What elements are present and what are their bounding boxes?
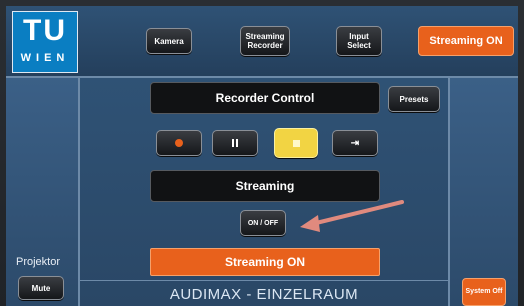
presets-button[interactable]: Presets xyxy=(388,86,440,112)
streaming-on-status-button[interactable]: Streaming ON xyxy=(418,26,514,56)
logo-tu-text: TU xyxy=(23,14,67,47)
input-select-button[interactable]: Input Select xyxy=(336,26,382,56)
system-off-button[interactable]: System Off xyxy=(462,278,506,306)
right-panel: System Off xyxy=(448,78,518,306)
logo-wien-text: WIEN xyxy=(20,52,70,64)
mute-button[interactable]: Mute xyxy=(18,276,64,300)
pause-icon xyxy=(232,139,238,147)
kamera-button[interactable]: Kamera xyxy=(146,28,192,54)
streaming-status-bar: Streaming ON xyxy=(150,248,380,276)
main-panel: Recorder Control Presets ⇥ Streaming ON … xyxy=(80,78,448,306)
stop-icon xyxy=(292,139,300,147)
record-icon xyxy=(175,139,183,147)
recorder-control-title: Recorder Control xyxy=(150,82,380,114)
record-button[interactable] xyxy=(156,130,202,156)
tu-wien-logo: TU WIEN xyxy=(12,11,78,73)
touch-screen: TU WIEN Kamera Streaming Recorder Input … xyxy=(6,6,518,306)
left-panel: Projektor Mute xyxy=(6,78,80,306)
on-off-button[interactable]: ON / OFF xyxy=(240,210,286,236)
header-bar: TU WIEN Kamera Streaming Recorder Input … xyxy=(6,6,518,78)
skip-end-button[interactable]: ⇥ xyxy=(332,130,378,156)
streaming-recorder-button[interactable]: Streaming Recorder xyxy=(240,26,290,56)
pause-button[interactable] xyxy=(212,130,258,156)
skip-end-icon: ⇥ xyxy=(350,137,360,149)
pointer-arrow-icon xyxy=(300,200,404,232)
stop-button[interactable] xyxy=(274,128,318,158)
projektor-label: Projektor xyxy=(16,256,61,268)
room-title: AUDIMAX - EINZELRAUM xyxy=(169,286,359,303)
footer-divider xyxy=(80,280,448,281)
